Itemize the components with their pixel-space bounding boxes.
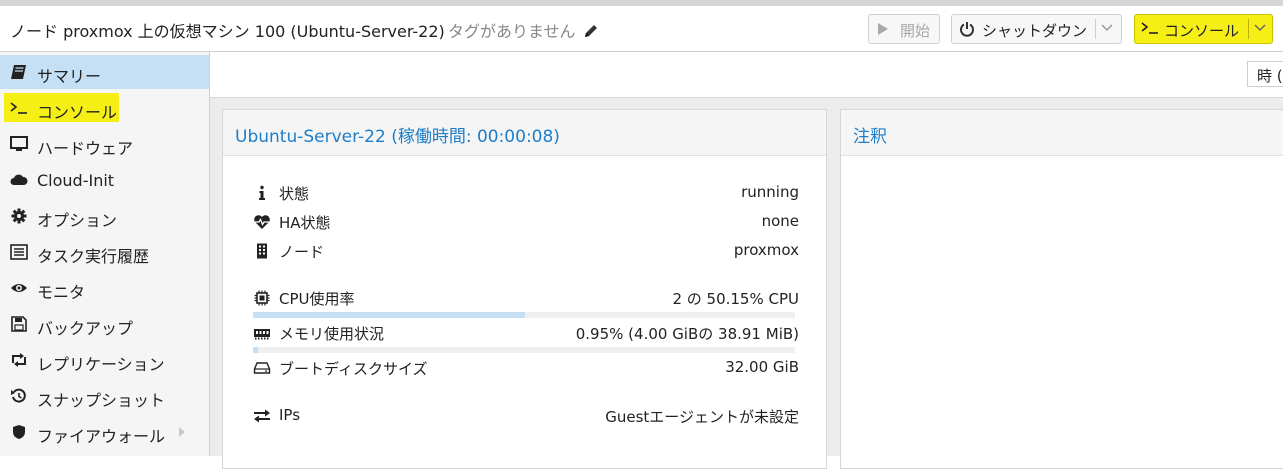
sidebar-item-label: コンソール bbox=[37, 103, 118, 122]
sidebar-item-label: Cloud-Init bbox=[37, 171, 115, 190]
sidebar-item-label: ファイアウォール bbox=[37, 427, 166, 446]
info-icon bbox=[259, 185, 265, 200]
eye-icon bbox=[11, 284, 27, 292]
sidebar-item-replication[interactable]: レプリケーション bbox=[0, 343, 209, 377]
memory-usage-value: 0.95% (4.00 GiBの 38.91 MiB) bbox=[575, 325, 799, 343]
cpu-usage-bar-fill bbox=[253, 312, 525, 318]
terminal-icon bbox=[1141, 22, 1158, 34]
gear-icon bbox=[11, 208, 27, 224]
sidebar-item-snapshot[interactable]: スナップショット bbox=[0, 379, 209, 413]
timeframe-select[interactable]: 時 ( bbox=[1247, 61, 1283, 87]
status-row: 状態 running bbox=[253, 182, 799, 204]
book-icon bbox=[11, 65, 26, 79]
memory-usage-bar-fill bbox=[253, 347, 259, 353]
notes-panel-title: 注釈 bbox=[853, 127, 887, 147]
status-panel-title: Ubuntu-Server-22 (稼働時間: 00:00:08) bbox=[235, 127, 560, 147]
ha-state-label: HA状態 bbox=[279, 214, 331, 232]
cpu-usage-row: CPU使用率 2 の 50.15% CPU bbox=[253, 287, 799, 309]
notes-panel: 注釈 bbox=[840, 109, 1283, 469]
node-value: proxmox bbox=[733, 241, 799, 259]
cloud-icon bbox=[10, 174, 28, 185]
cpu-icon bbox=[254, 290, 270, 306]
page-title: ノード proxmox 上の仮想マシン 100 (Ubuntu-Server-2… bbox=[10, 22, 445, 41]
boot-disk-row: ブートディスクサイズ 32.00 GiB bbox=[253, 357, 799, 379]
terminal-icon bbox=[10, 102, 27, 114]
split-divider bbox=[1095, 19, 1096, 39]
start-button-label: 開始 bbox=[900, 22, 931, 40]
building-icon bbox=[257, 243, 267, 259]
boot-disk-label: ブートディスクサイズ bbox=[279, 360, 428, 378]
ips-label: IPs bbox=[279, 406, 301, 424]
chevron-down-icon[interactable] bbox=[1101, 24, 1113, 32]
split-divider bbox=[1248, 19, 1249, 39]
main-toolbar: 時 ( bbox=[210, 52, 1283, 98]
page-header: ノード proxmox 上の仮想マシン 100 (Ubuntu-Server-2… bbox=[0, 6, 1283, 52]
memory-icon bbox=[254, 329, 270, 340]
sidebar-item-cloud-init[interactable]: Cloud-Init bbox=[0, 163, 209, 197]
list-icon bbox=[10, 244, 28, 260]
console-button[interactable]: コンソール bbox=[1134, 14, 1273, 44]
sidebar-item-options[interactable]: オプション bbox=[0, 199, 209, 233]
shutdown-button[interactable]: シャットダウン bbox=[951, 14, 1122, 44]
console-button-label: コンソール bbox=[1164, 22, 1240, 40]
cpu-usage-label: CPU使用率 bbox=[279, 290, 355, 308]
sidebar-item-label: オプション bbox=[37, 211, 118, 230]
sidebar-item-firewall[interactable]: ファイアウォール bbox=[0, 415, 209, 449]
ha-state-row: HA状態 none bbox=[253, 211, 799, 233]
history-icon bbox=[11, 388, 26, 403]
ips-row: IPs Guestエージェントが未設定 bbox=[253, 405, 799, 427]
heartbeat-icon bbox=[254, 215, 270, 229]
node-label: ノード bbox=[279, 243, 325, 261]
cpu-usage-bar bbox=[253, 312, 795, 318]
sidebar-item-label: ハードウェア bbox=[37, 139, 134, 158]
sidebar-item-summary[interactable]: サマリー bbox=[0, 55, 209, 89]
sidebar-item-monitor[interactable]: モニタ bbox=[0, 271, 209, 305]
cpu-usage-value: 2 の 50.15% CPU bbox=[672, 290, 799, 308]
sidebar: サマリー コンソール ハードウェア Cloud-Init オプション タスク実行… bbox=[0, 52, 210, 456]
ips-value: Guestエージェントが未設定 bbox=[605, 408, 799, 426]
shutdown-button-label: シャットダウン bbox=[982, 22, 1088, 40]
status-panel-header: Ubuntu-Server-22 (稼働時間: 00:00:08) bbox=[223, 110, 826, 156]
status-value: running bbox=[741, 183, 799, 201]
ha-state-value: none bbox=[761, 212, 799, 230]
memory-usage-bar bbox=[253, 347, 795, 353]
sidebar-item-label: サマリー bbox=[37, 67, 102, 86]
node-row: ノード proxmox bbox=[253, 240, 799, 262]
sidebar-item-hardware[interactable]: ハードウェア bbox=[0, 127, 209, 161]
sidebar-item-label: モニタ bbox=[37, 283, 86, 302]
sidebar-item-console[interactable]: コンソール bbox=[0, 91, 209, 125]
power-icon bbox=[960, 22, 974, 37]
monitor-icon bbox=[10, 136, 28, 151]
pencil-icon[interactable] bbox=[583, 23, 599, 39]
memory-usage-row: メモリ使用状況 0.95% (4.00 GiBの 38.91 MiB) bbox=[253, 322, 799, 344]
retweet-icon bbox=[12, 353, 26, 367]
notes-panel-header: 注釈 bbox=[841, 110, 1283, 156]
sidebar-item-task-history[interactable]: タスク実行履歴 bbox=[0, 235, 209, 269]
status-label: 状態 bbox=[279, 185, 310, 203]
tags-area[interactable]: タグがありません bbox=[448, 18, 599, 42]
sidebar-item-backup[interactable]: バックアップ bbox=[0, 307, 209, 341]
exchange-icon bbox=[254, 409, 270, 423]
play-icon bbox=[878, 23, 888, 35]
memory-usage-label: メモリ使用状況 bbox=[279, 325, 385, 343]
start-button[interactable]: 開始 bbox=[868, 14, 940, 44]
chevron-down-icon[interactable] bbox=[1254, 24, 1266, 32]
sidebar-item-label: バックアップ bbox=[37, 319, 134, 338]
sidebar-item-label: レプリケーション bbox=[37, 355, 165, 374]
floppy-icon bbox=[11, 316, 27, 332]
shield-icon bbox=[13, 425, 25, 439]
status-panel: Ubuntu-Server-22 (稼働時間: 00:00:08) 状態 run… bbox=[222, 109, 827, 469]
boot-disk-value: 32.00 GiB bbox=[725, 358, 799, 376]
sidebar-item-label: タスク実行履歴 bbox=[37, 247, 150, 266]
hdd-icon bbox=[253, 362, 271, 374]
expand-arrow-icon[interactable] bbox=[179, 427, 185, 437]
tags-label: タグがありません bbox=[448, 22, 576, 41]
sidebar-item-label: スナップショット bbox=[37, 391, 166, 410]
